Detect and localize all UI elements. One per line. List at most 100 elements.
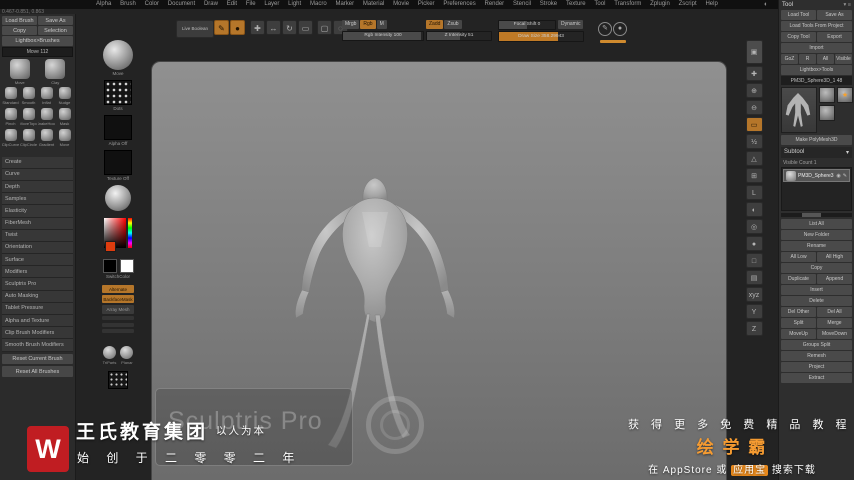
subtool-button[interactable]: Delete [781, 296, 852, 307]
subtool-button[interactable]: MoveUp [781, 329, 816, 340]
rgb-intensity-slider[interactable]: Rgb Intensity 100 [342, 31, 424, 41]
current-tool-thumb[interactable] [781, 87, 817, 134]
load-tool-button[interactable]: Load Tool [781, 10, 816, 20]
tool-thumb-mannequin[interactable] [819, 87, 835, 104]
menu-item[interactable]: Alpha [96, 0, 111, 9]
brush-thumb[interactable]: SnakeHook [38, 107, 55, 127]
brush-section[interactable]: Tablet Pressure [2, 302, 73, 315]
dots-stroke-thumb[interactable] [108, 371, 128, 390]
zadd-button[interactable]: Zadd [426, 20, 444, 29]
brush-section[interactable]: Orientation [2, 241, 73, 255]
mrgb-button[interactable]: Mrgb [342, 20, 360, 29]
brush-thumb[interactable]: Clay [45, 59, 65, 85]
menu-item[interactable]: Brush [120, 0, 136, 9]
m-button[interactable]: M [376, 20, 387, 29]
material-sphere-thumb[interactable] [105, 185, 131, 211]
brush-section[interactable]: Surface [2, 254, 73, 267]
brush-section[interactable]: Auto Masking [2, 290, 73, 303]
subtool-button[interactable]: Del Other [781, 307, 816, 318]
floor-icon[interactable]: ⊞ [745, 168, 763, 183]
menu-item[interactable]: Draw [204, 0, 218, 9]
copy-brush-button[interactable]: Copy [2, 26, 37, 36]
subtool-button[interactable]: Merge [817, 318, 852, 329]
transparency-icon[interactable]: ◐ [745, 202, 763, 217]
subtool-button[interactable]: Copy [781, 263, 852, 274]
menu-item[interactable]: Preferences [443, 0, 475, 9]
array-mesh-button[interactable]: Array Mesh [102, 305, 134, 314]
collapse-icon[interactable]: ▾ [843, 2, 846, 8]
brush-section[interactable]: Clip Brush Modifiers [2, 327, 73, 340]
panel-toggle-icon[interactable]: ◐ [764, 0, 768, 9]
goz-r-button[interactable]: R [799, 54, 816, 64]
frame-icon[interactable]: ▭ [298, 20, 313, 35]
menu-item[interactable]: Tool [594, 0, 605, 9]
hue-strip[interactable] [128, 218, 132, 248]
brush-thumb[interactable]: Gradient [38, 128, 55, 148]
alpha-thumb[interactable] [104, 115, 132, 140]
subtool-button[interactable]: Append [817, 274, 852, 285]
goz-visible-button[interactable]: Visible [835, 54, 852, 64]
color-picker[interactable] [104, 218, 132, 252]
subtool-button[interactable]: All Low [781, 252, 816, 263]
brush-section[interactable]: Curve [2, 168, 73, 181]
brush-section[interactable]: Depth [2, 180, 73, 194]
zoom-in-icon[interactable]: ⊕ [745, 83, 763, 98]
sel-rect-icon[interactable]: ▢ [317, 20, 332, 35]
rotate-icon[interactable]: ↻ [282, 20, 297, 35]
menu-item[interactable]: Light [288, 0, 301, 9]
eye-icon[interactable]: ◉ [836, 173, 840, 179]
live-boolean-button[interactable]: Live Boolean [176, 20, 214, 38]
subtool-button[interactable]: New Folder [781, 230, 852, 241]
brush-section[interactable]: Modifiers [2, 266, 73, 279]
brush-thumb[interactable]: Standard [2, 86, 19, 106]
subtool-button[interactable]: Rename [781, 241, 852, 252]
document-thumb-icon[interactable]: ▣ [745, 40, 763, 64]
brush-section[interactable]: Smooth Brush Modifiers [2, 339, 73, 352]
z-intensity-slider[interactable]: Z Intensity 51 [426, 31, 492, 41]
chevron-down-icon[interactable]: ▾ [846, 149, 849, 156]
brush-thumb[interactable]: Smooth [20, 86, 37, 106]
tool-thumb-sphere[interactable] [819, 105, 835, 122]
menu-item[interactable]: Transform [614, 0, 641, 9]
tool-thumb-star-sphere[interactable]: ★ [837, 87, 853, 104]
save-tool-button[interactable]: Save As [817, 10, 852, 20]
export-tool-button[interactable]: Export [817, 32, 852, 42]
scale-icon[interactable]: ↔ [266, 20, 281, 35]
subtool-button[interactable]: Groups Split [781, 340, 852, 351]
menu-icon[interactable]: ≡ [848, 2, 851, 8]
subtool-section-title[interactable]: Subtool [784, 149, 804, 156]
brush-thumb[interactable]: Mask [56, 107, 73, 127]
pen-dot-icon[interactable]: ● [613, 22, 627, 36]
subtool-button[interactable]: All High [817, 252, 852, 263]
menu-item[interactable]: Movie [393, 0, 409, 9]
subtool-button[interactable]: List All [781, 219, 852, 230]
brush-thumb[interactable]: Move [10, 59, 30, 85]
selection-brush-button[interactable]: Selection [38, 26, 73, 36]
menu-item[interactable]: Macro [310, 0, 327, 9]
ghost-icon[interactable]: ◎ [745, 219, 763, 234]
move-icon[interactable]: ✚ [250, 20, 265, 35]
subtool-button[interactable]: Insert [781, 285, 852, 296]
z-axis-icon[interactable]: Z [745, 321, 763, 336]
rgb-button[interactable]: Rgb [360, 20, 376, 29]
actual-size-icon[interactable]: ▭ [745, 117, 763, 132]
subtool-button[interactable]: Project [781, 362, 852, 373]
menu-item[interactable]: Render [485, 0, 505, 9]
brush-section[interactable]: Sculptris Pro [2, 278, 73, 291]
draw-size-slider[interactable]: Draw Size 358.29943 [498, 31, 584, 42]
menu-item[interactable]: Zplugin [650, 0, 670, 9]
brush-section[interactable]: Alpha and Texture [2, 315, 73, 328]
goz-button[interactable]: GoZ [781, 54, 798, 64]
subtool-button[interactable]: Duplicate [781, 274, 816, 285]
persp-icon[interactable]: △ [745, 151, 763, 166]
alternate-button[interactable]: Alternate [102, 285, 134, 294]
draw-pointer-icon[interactable]: ● [230, 20, 245, 35]
brush-section[interactable]: FiberMesh [2, 217, 73, 230]
xyz-axis-icon[interactable]: xyz [745, 287, 763, 302]
edit-object-icon[interactable]: ✎ [214, 20, 229, 35]
brush-section[interactable]: Twist [2, 229, 73, 242]
aa-half-icon[interactable]: ½ [745, 134, 763, 149]
local-sym-icon[interactable]: L [745, 185, 763, 200]
frame-mesh-icon[interactable]: □ [745, 253, 763, 268]
menu-item[interactable]: Help [705, 0, 717, 9]
